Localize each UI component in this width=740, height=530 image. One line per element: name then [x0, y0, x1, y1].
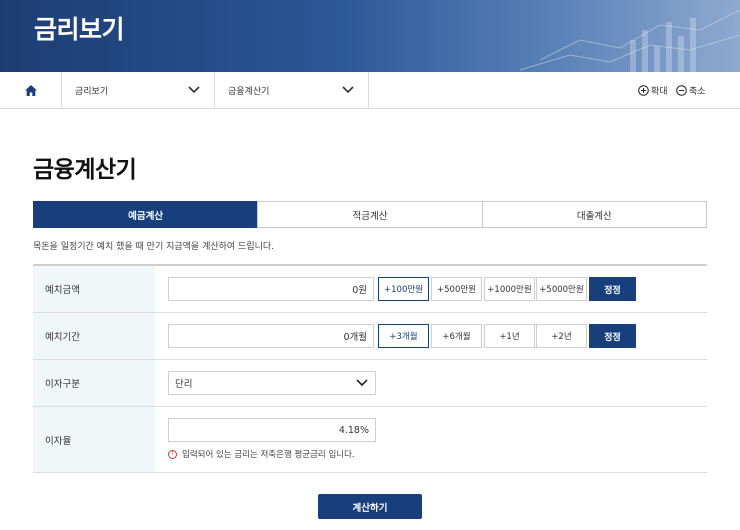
interest-type-select[interactable]: 단리 — [168, 371, 376, 395]
interest-type-label: 이자구분 — [33, 360, 155, 406]
add-500man-button[interactable]: +500만원 — [431, 277, 482, 301]
tab-savings[interactable]: 적금계산 — [257, 201, 483, 228]
rate-note-text: 입력되어 있는 금리는 저축은행 평균금리 입니다. — [182, 450, 355, 460]
interest-type-value: 단리 — [175, 379, 193, 390]
deposit-form: 예치금액 0원 +100만원 +500만원 +1000만원 +5000만원 정정… — [33, 264, 707, 473]
chevron-down-icon — [356, 379, 368, 387]
calculator-description: 목돈을 일정기간 예치 했을 때 만기 지금액을 계산하여 드립니다. — [33, 242, 275, 252]
calculator-tabs: 예금계산 적금계산 대출계산 — [33, 201, 707, 228]
banner-title: 금리보기 — [34, 15, 125, 44]
calculate-button[interactable]: 계산하기 — [318, 494, 422, 519]
tab-deposit[interactable]: 예금계산 — [33, 201, 259, 228]
plus-circle-icon — [638, 84, 649, 96]
page-title: 금융계산기 — [33, 157, 137, 183]
breadcrumb-level1-select[interactable]: 금리보기 — [62, 72, 215, 108]
breadcrumb: 금리보기 금융계산기 확대 축소 — [0, 72, 740, 109]
period-row: 예치기간 0개월 +3개월 +6개월 +1년 +2년 정정 — [33, 313, 707, 360]
breadcrumb-level1-label: 금리보기 — [75, 86, 109, 97]
zoom-in-label: 확대 — [651, 86, 668, 97]
home-button[interactable] — [0, 72, 62, 108]
period-reset-button[interactable]: 정정 — [589, 324, 636, 348]
chevron-down-icon — [188, 86, 200, 94]
add-5000man-button[interactable]: +5000만원 — [536, 277, 587, 301]
tab-loan[interactable]: 대출계산 — [481, 201, 707, 228]
amount-input[interactable]: 0원 — [168, 277, 374, 301]
add-1year-button[interactable]: +1년 — [484, 324, 535, 348]
add-100man-button[interactable]: +100만원 — [378, 277, 429, 301]
alert-icon: ! — [168, 449, 177, 459]
rate-label: 이자율 — [33, 407, 155, 472]
interest-type-row: 이자구분 단리 — [33, 360, 707, 407]
zoom-in-button[interactable]: 확대 — [638, 72, 668, 108]
amount-label: 예치금액 — [33, 266, 155, 312]
zoom-out-label: 축소 — [689, 86, 706, 97]
home-icon — [24, 84, 37, 96]
amount-reset-button[interactable]: 정정 — [589, 277, 636, 301]
add-3months-button[interactable]: +3개월 — [378, 324, 429, 348]
add-2years-button[interactable]: +2년 — [536, 324, 587, 348]
add-6months-button[interactable]: +6개월 — [431, 324, 482, 348]
breadcrumb-level2-label: 금융계산기 — [228, 86, 270, 97]
amount-row: 예치금액 0원 +100만원 +500만원 +1000만원 +5000만원 정정 — [33, 266, 707, 313]
zoom-out-button[interactable]: 축소 — [676, 72, 706, 108]
rate-note: ! 입력되어 있는 금리는 저축은행 평균금리 입니다. — [168, 448, 355, 460]
rate-input[interactable]: 4.18% — [168, 418, 376, 442]
breadcrumb-level2-select[interactable]: 금융계산기 — [215, 72, 369, 108]
header-banner: 금리보기 — [0, 0, 740, 72]
minus-circle-icon — [676, 84, 687, 96]
period-label: 예치기간 — [33, 313, 155, 359]
rate-row: 이자율 4.18% ! 입력되어 있는 금리는 저축은행 평균금리 입니다. — [33, 407, 707, 473]
banner-decoration — [519, 9, 740, 72]
chevron-down-icon — [342, 86, 354, 94]
add-1000man-button[interactable]: +1000만원 — [484, 277, 535, 301]
period-input[interactable]: 0개월 — [168, 324, 374, 348]
